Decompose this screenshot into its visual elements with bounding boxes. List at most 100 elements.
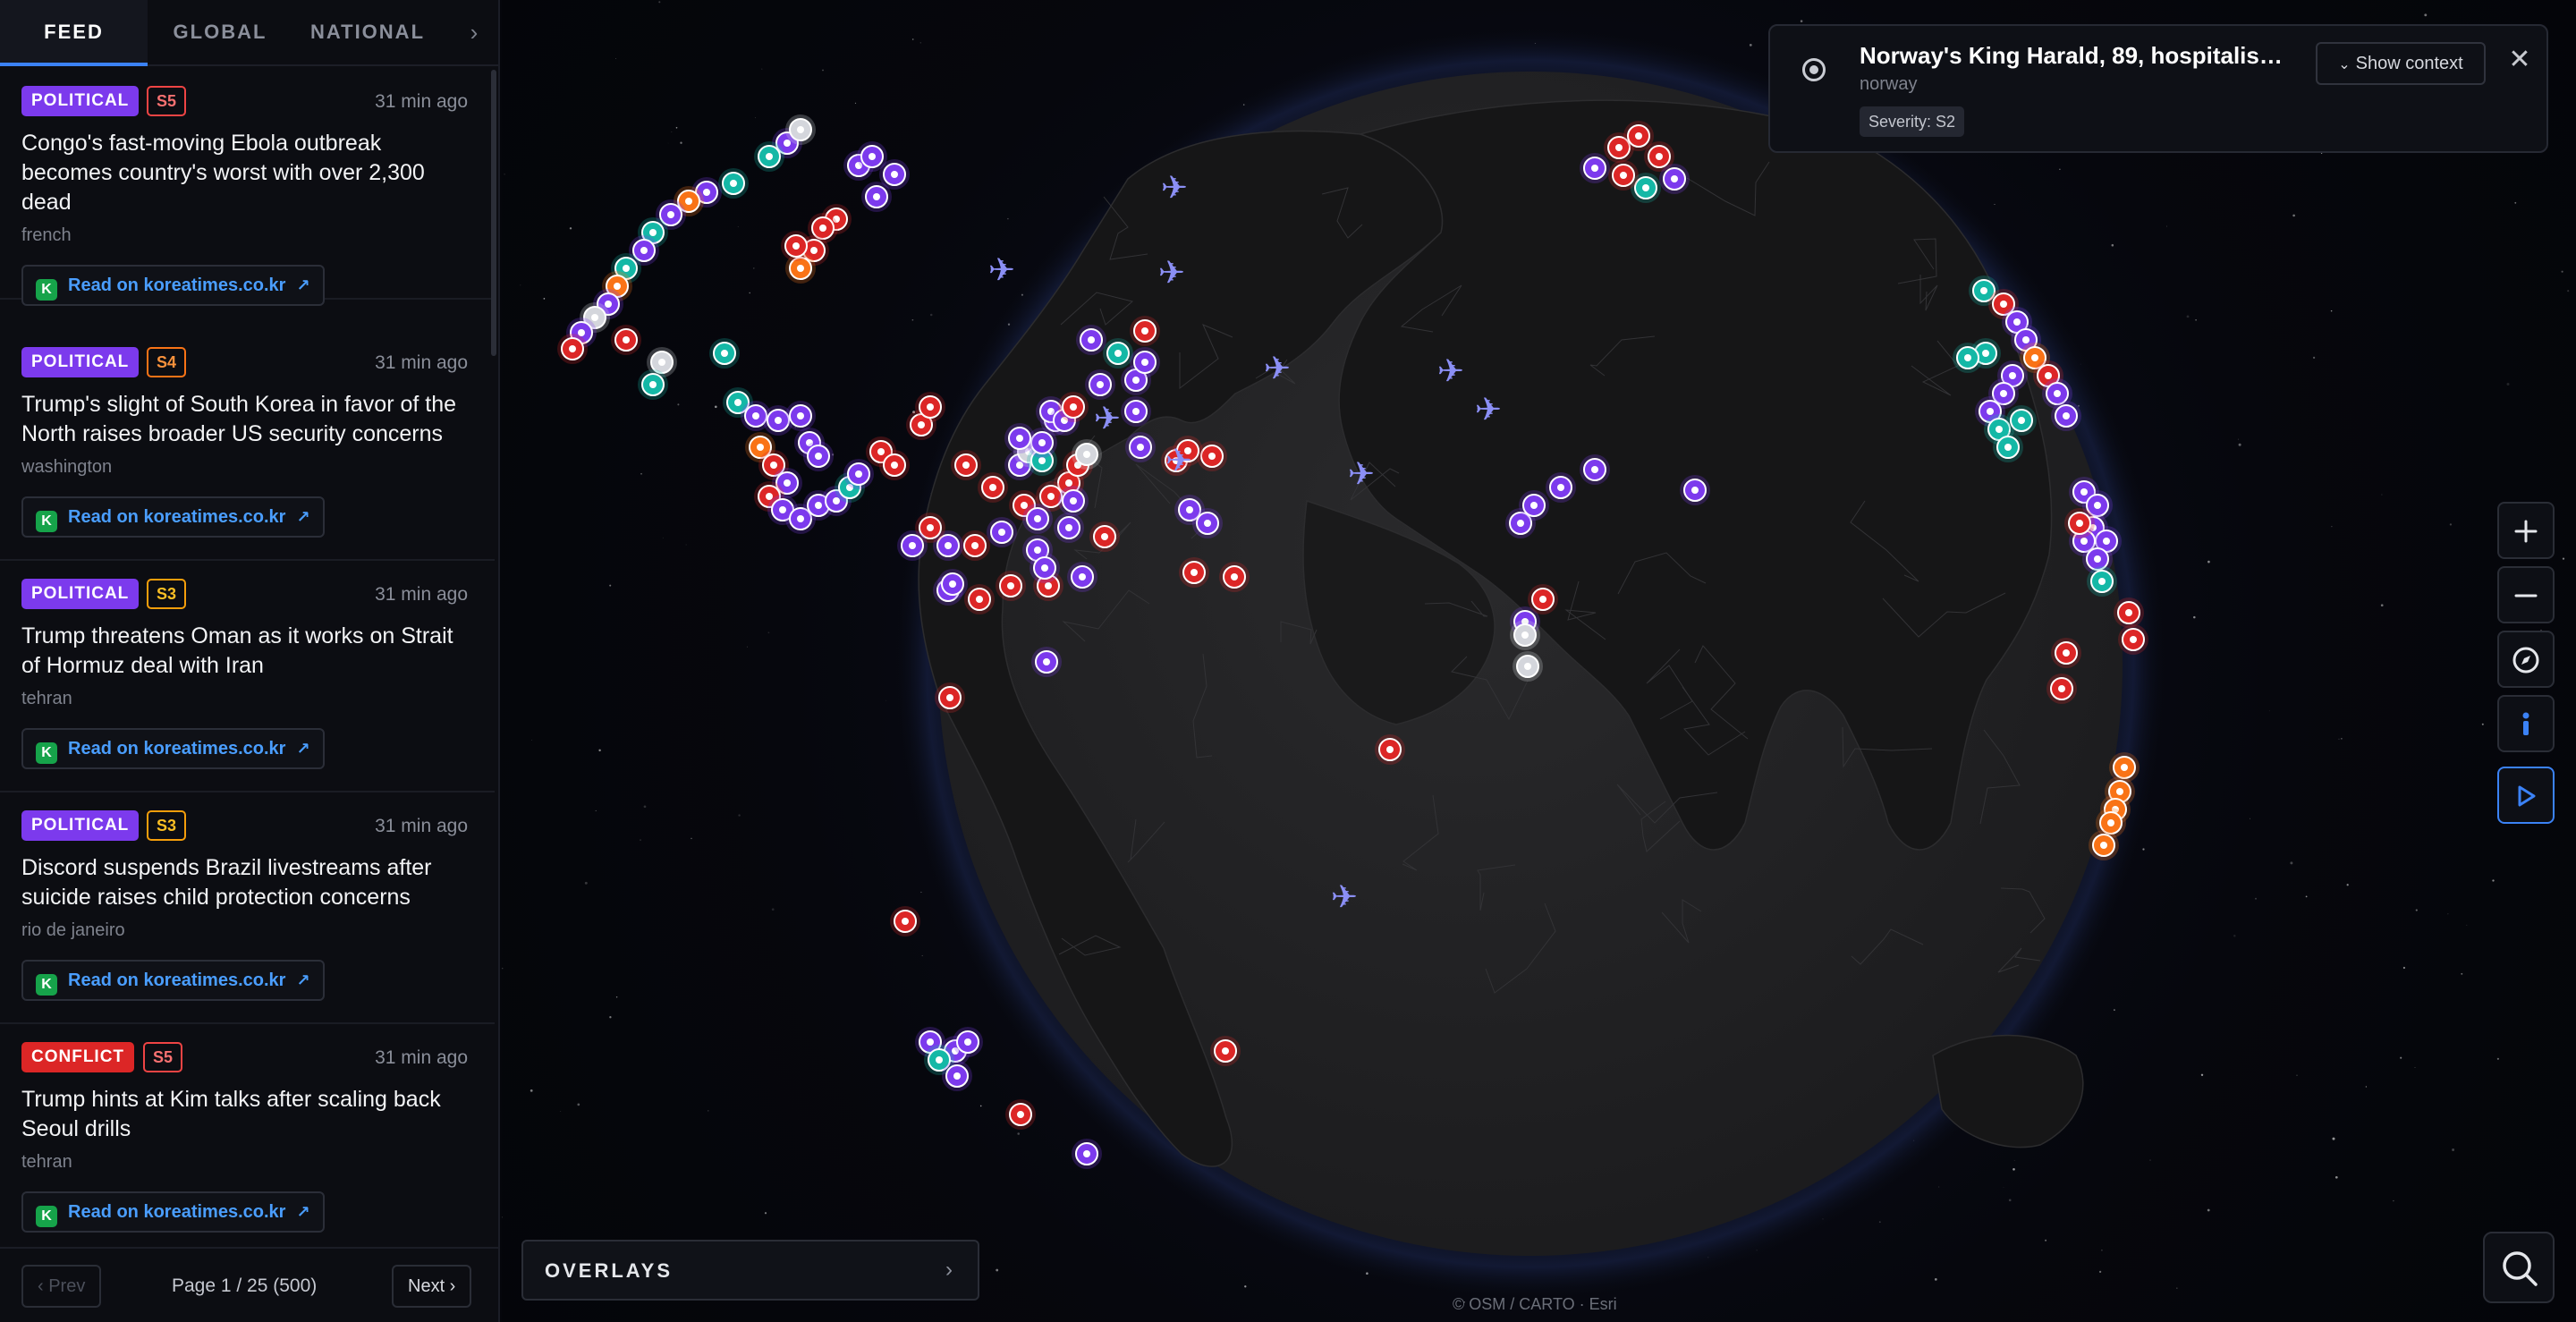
dollar-icon[interactable] <box>1103 338 1133 369</box>
feed-item[interactable]: POLITICAL S4 31 min ago Trump's slight o… <box>0 329 495 561</box>
close-icon[interactable]: ✕ <box>2502 42 2538 78</box>
read-source-link[interactable]: K Read on koreatimes.co.kr ↗ <box>21 265 325 306</box>
plane-icon[interactable]: ✈ <box>1165 443 1192 479</box>
plane-icon[interactable]: ✈ <box>1264 351 1291 387</box>
institution-icon[interactable] <box>1054 513 1084 543</box>
zoom-out-button[interactable] <box>2497 566 2555 623</box>
next-page-button[interactable]: Next › <box>392 1265 472 1308</box>
dollar-icon[interactable] <box>638 369 668 400</box>
prev-page-button[interactable]: ‹ Prev <box>21 1265 102 1308</box>
headline[interactable]: Congo's fast-moving Ebola outbreak becom… <box>21 129 473 217</box>
target-icon[interactable] <box>1510 620 1540 650</box>
conflict-icon[interactable] <box>781 231 811 261</box>
target-icon[interactable] <box>785 114 816 145</box>
conflict-icon[interactable] <box>996 571 1026 601</box>
institution-icon[interactable] <box>1580 454 1610 485</box>
conflict-icon[interactable] <box>978 472 1008 503</box>
conflict-icon[interactable] <box>1608 160 1639 191</box>
info-button[interactable] <box>2497 695 2555 752</box>
headline[interactable]: Trump threatens Oman as it works on Stra… <box>21 622 473 681</box>
institution-icon[interactable] <box>1546 472 1576 503</box>
dollar-icon[interactable] <box>709 338 740 369</box>
tab-feed[interactable]: FEED <box>0 0 148 66</box>
institution-icon[interactable] <box>1031 647 1062 677</box>
conflict-icon[interactable] <box>2118 624 2148 655</box>
institution-icon[interactable] <box>987 517 1017 547</box>
institution-icon[interactable] <box>1659 164 1690 194</box>
headline[interactable]: Discord suspends Brazil livestreams afte… <box>21 853 473 912</box>
institution-icon[interactable] <box>1680 475 1710 505</box>
institution-icon[interactable] <box>1192 508 1223 538</box>
institution-icon[interactable] <box>942 1061 972 1091</box>
target-icon[interactable] <box>1072 439 1102 470</box>
dollar-icon[interactable] <box>1993 432 2023 462</box>
conflict-icon[interactable] <box>915 392 945 422</box>
zoom-in-button[interactable] <box>2497 502 2555 559</box>
conflict-icon[interactable] <box>1058 392 1089 422</box>
institution-icon[interactable] <box>785 401 816 431</box>
institution-icon[interactable] <box>803 441 834 471</box>
plane-icon[interactable]: ✈ <box>1161 170 1188 207</box>
tab-global[interactable]: GLOBAL <box>148 0 292 66</box>
feed-item[interactable]: POLITICAL S3 31 min ago Discord suspends… <box>0 792 495 1024</box>
plane-icon[interactable]: ✈ <box>1437 353 1464 390</box>
institution-icon[interactable] <box>1085 369 1115 400</box>
conflict-icon[interactable] <box>1375 734 1405 765</box>
feed-item[interactable]: POLITICAL S3 31 min ago Trump threatens … <box>0 561 495 792</box>
globe[interactable]: ✈ ✈ ✈ ✈ ✈ ✈ ✈ ✈ ✈ ✈ <box>502 0 2576 1322</box>
institution-icon[interactable] <box>897 530 928 561</box>
institution-icon[interactable] <box>1076 325 1106 355</box>
conflict-icon[interactable] <box>1210 1036 1241 1066</box>
plane-icon[interactable]: ✈ <box>1475 392 1502 428</box>
read-source-link[interactable]: K Read on koreatimes.co.kr ↗ <box>21 496 325 538</box>
conflict-icon[interactable] <box>557 334 588 364</box>
dollar-icon[interactable] <box>2087 566 2117 597</box>
feed-item[interactable]: POLITICAL S5 31 min ago Congo's fast-mov… <box>0 68 495 306</box>
conflict-icon[interactable] <box>611 325 641 355</box>
dollar-icon[interactable] <box>718 168 749 199</box>
institution-icon[interactable] <box>1030 553 1060 583</box>
institution-icon[interactable] <box>1121 396 1151 427</box>
conflict-icon[interactable] <box>2046 674 2077 704</box>
institution-icon[interactable] <box>1519 490 1549 521</box>
institution-icon[interactable] <box>843 459 874 489</box>
institution-icon[interactable] <box>1022 504 1053 534</box>
conflict-icon[interactable] <box>1089 521 1120 552</box>
conflict-icon[interactable] <box>964 584 995 614</box>
event-notification[interactable]: Norway's King Harald, 89, hospitalised… … <box>1768 24 2548 153</box>
play-button[interactable] <box>2497 767 2555 824</box>
institution-icon[interactable] <box>1058 486 1089 516</box>
fire-icon[interactable] <box>2089 830 2119 860</box>
plane-icon[interactable]: ✈ <box>988 252 1015 289</box>
read-source-link[interactable]: K Read on koreatimes.co.kr ↗ <box>21 960 325 1001</box>
institution-icon[interactable] <box>1004 423 1035 453</box>
tab-national[interactable]: NATIONAL <box>292 0 443 66</box>
feed-scrollbar[interactable] <box>491 70 496 356</box>
globe-map[interactable]: ✈ ✈ ✈ ✈ ✈ ✈ ✈ ✈ ✈ ✈ Norway's King Harald, 89, hos… <box>502 0 2576 1322</box>
read-source-link[interactable]: K Read on koreatimes.co.kr ↗ <box>21 728 325 769</box>
conflict-icon[interactable] <box>2114 597 2144 628</box>
chevron-right-icon[interactable]: › <box>458 16 490 48</box>
institution-icon[interactable] <box>2051 401 2081 431</box>
dollar-icon[interactable] <box>754 141 784 172</box>
read-source-link[interactable]: K Read on koreatimes.co.kr ↗ <box>21 1191 325 1233</box>
conflict-icon[interactable] <box>1219 562 1250 592</box>
plane-icon[interactable]: ✈ <box>1348 456 1375 493</box>
headline[interactable]: Trump hints at Kim talks after scaling b… <box>21 1085 473 1144</box>
institution-icon[interactable] <box>1125 432 1156 462</box>
conflict-icon[interactable] <box>951 450 981 480</box>
institution-icon[interactable] <box>861 182 892 212</box>
conflict-icon[interactable] <box>879 450 910 480</box>
conflict-icon[interactable] <box>935 682 965 713</box>
conflict-icon[interactable] <box>1130 316 1160 346</box>
feed-item[interactable]: CONFLICT S5 31 min ago Trump hints at Ki… <box>0 1024 495 1245</box>
institution-icon[interactable] <box>1580 153 1610 183</box>
plane-icon[interactable]: ✈ <box>1331 879 1358 916</box>
institution-icon[interactable] <box>1067 562 1097 592</box>
show-context-button[interactable]: ⌄ Show context <box>2316 42 2486 85</box>
search-button[interactable] <box>2483 1232 2555 1303</box>
plane-icon[interactable]: ✈ <box>1094 401 1121 437</box>
institution-icon[interactable] <box>953 1027 983 1057</box>
conflict-icon[interactable] <box>1005 1099 1036 1130</box>
conflict-icon[interactable] <box>2064 508 2095 538</box>
